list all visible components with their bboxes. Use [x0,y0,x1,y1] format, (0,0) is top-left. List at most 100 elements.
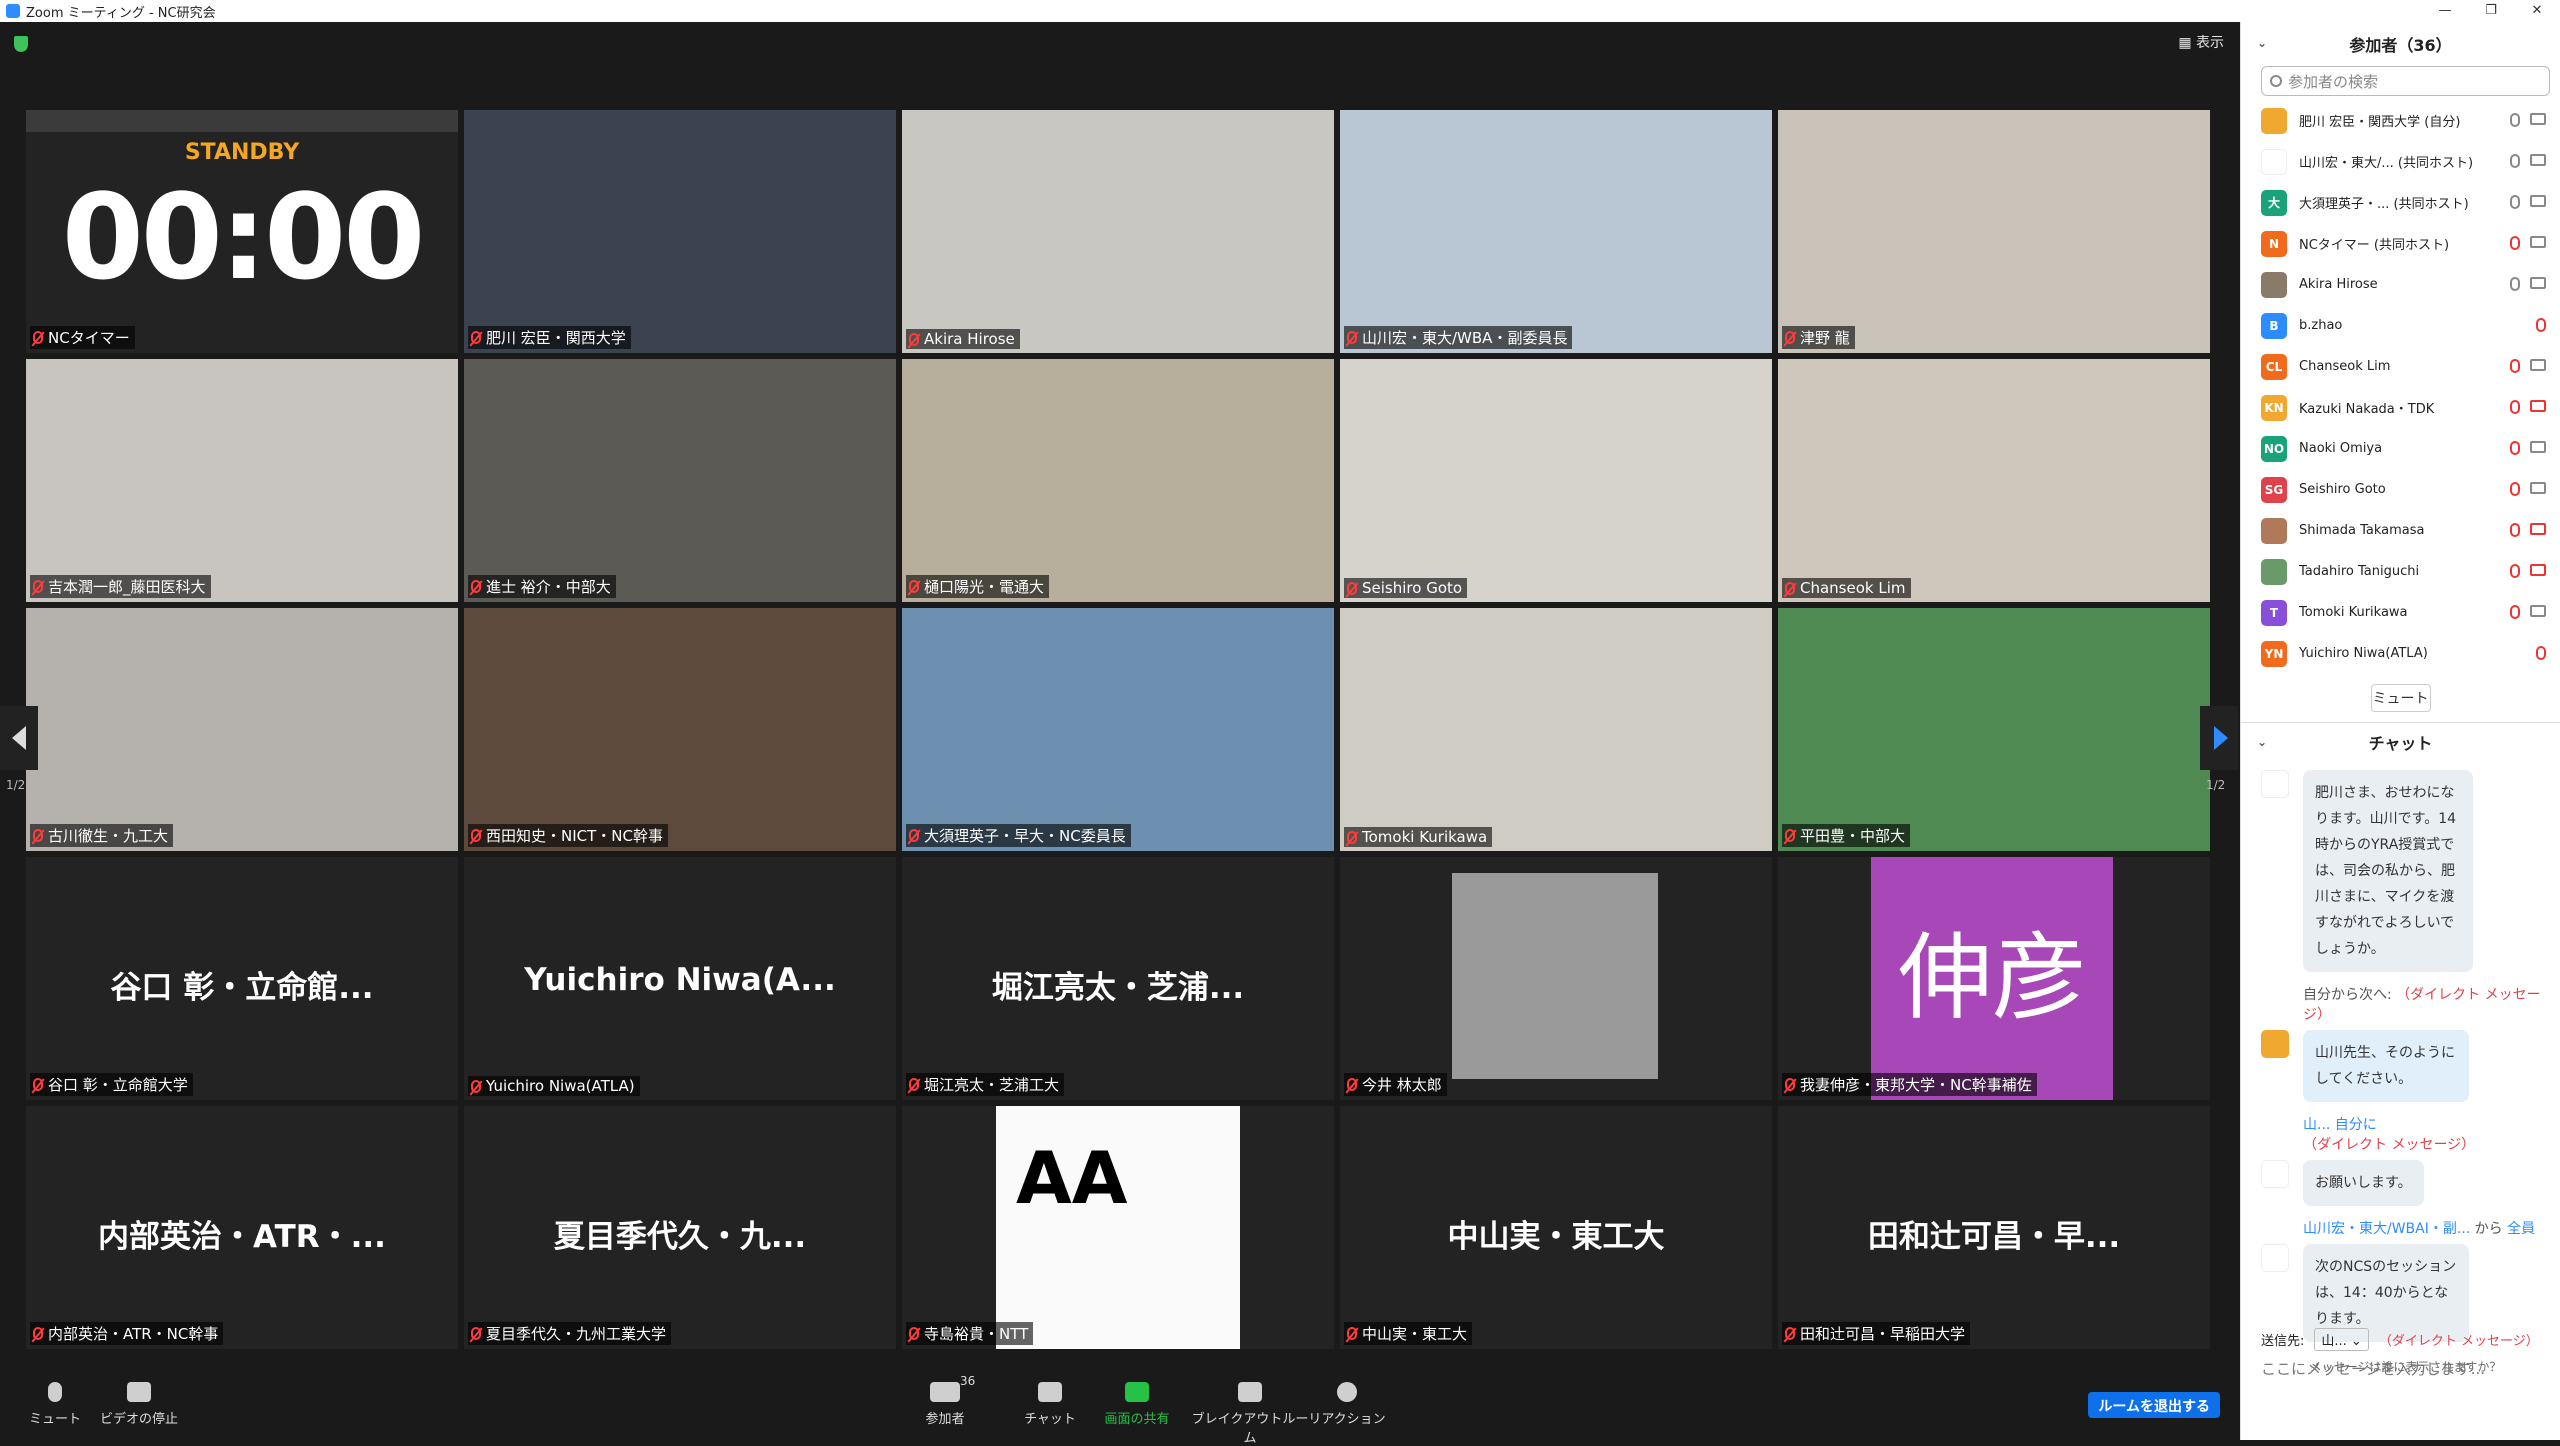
chevron-down-icon[interactable]: ⌄ [2257,735,2267,749]
reactions-button[interactable]: リアクション [1292,1368,1402,1427]
video-tile[interactable]: Chanseok Lim [1778,359,2210,602]
video-tile[interactable]: Tomoki Kurikawa [1340,608,1772,851]
stop-video-button[interactable]: ビデオの停止 [84,1368,194,1427]
video-tile[interactable]: 平田豊・中部大 [1778,608,2210,851]
participant-row[interactable]: CL Chanseok Lim [2241,346,2560,387]
video-tile[interactable]: 古川徹生・九工大 [26,608,458,851]
participant-row[interactable]: SG Seishiro Goto [2241,469,2560,510]
camera-icon[interactable] [2530,564,2546,576]
mic-muted-icon [909,829,919,842]
video-tile[interactable]: 樋口陽光・電通大 [902,359,1334,602]
participant-row[interactable]: YN Yuichiro Niwa(ATLA) [2241,633,2560,674]
camera-icon[interactable] [2530,441,2546,453]
participant-row[interactable]: Shimada Takamasa [2241,510,2560,551]
camera-icon[interactable] [2530,236,2546,248]
video-tile[interactable]: 伸彦 我妻伸彦・東邦大学・NC幹事補佐 [1778,857,2210,1100]
participant-row[interactable]: Tadahiro Taniguchi [2241,551,2560,592]
video-tile[interactable]: 堀江亮太・芝浦... 堀江亮太・芝浦工大 [902,857,1334,1100]
video-tile[interactable]: 津野 龍 [1778,110,2210,353]
participant-row[interactable]: N NCタイマー (共同ホスト) [2241,223,2560,264]
microphone-icon[interactable] [2510,482,2520,496]
microphone-icon[interactable] [2510,277,2520,291]
participant-row[interactable]: KN Kazuki Nakada・TDK [2241,387,2560,428]
microphone-icon[interactable] [2510,400,2520,414]
video-tile[interactable]: Yuichiro Niwa(A... Yuichiro Niwa(ATLA) [464,857,896,1100]
participants-button[interactable]: 参加者 36 [890,1368,1000,1427]
participant-row[interactable]: Akira Hirose [2241,264,2560,305]
microphone-icon[interactable] [2510,605,2520,619]
mic-muted-icon [1347,581,1357,595]
video-tile[interactable]: 進士 裕介・中部大 [464,359,896,602]
microphone-icon[interactable] [2510,113,2520,127]
mic-muted-icon [33,580,43,593]
participant-label: 吉本潤一郎_藤田医科大 [30,575,211,598]
video-tile[interactable]: AA 寺島裕貴・NTT [902,1106,1334,1349]
participant-label: 古川徹生・九工大 [30,824,174,847]
microphone-icon[interactable] [2510,236,2520,250]
camera-icon[interactable] [2530,154,2546,166]
video-tile[interactable]: 肥川 宏臣・関西大学 [464,110,896,353]
video-tile[interactable]: Akira Hirose [902,110,1334,353]
video-tile[interactable]: 谷口 彰・立命館... 谷口 彰・立命館大学 [26,857,458,1100]
participant-row[interactable]: Bb.zhao [2241,305,2560,346]
video-tile[interactable]: 西田知史・NICT・NC幹事 [464,608,896,851]
microphone-icon[interactable] [2536,646,2546,660]
camera-icon[interactable] [2530,277,2546,289]
leave-room-button[interactable]: ルームを退出する [2088,1392,2220,1418]
video-tile[interactable]: 夏目季代久・九... 夏目季代久・九州工業大学 [464,1106,896,1349]
security-shield-icon[interactable] [14,36,28,52]
microphone-icon[interactable] [2536,318,2546,332]
video-tile[interactable]: 吉本潤一郎_藤田医科大 [26,359,458,602]
maximize-button[interactable]: ❐ [2468,0,2514,22]
video-tile[interactable]: 内部英治・ATR・... 内部英治・ATR・NC幹事 [26,1106,458,1349]
microphone-icon[interactable] [2510,564,2520,578]
chat-input[interactable]: ここにメッセージを入力します... [2261,1358,2485,1379]
video-tile[interactable]: STANDBY 00:00 NCタイマー [26,110,458,353]
participant-label: Seishiro Goto [1344,578,1468,598]
avatar: SG [2261,476,2287,503]
mute-all-button[interactable]: ミュート [2370,684,2431,712]
video-tile[interactable]: 今井 林太郎 [1340,857,1772,1100]
camera-icon[interactable] [2530,359,2546,371]
video-tile[interactable]: 中山実・東工大 中山実・東工大 [1340,1106,1772,1349]
mic-muted-icon [33,829,43,842]
participant-video [1340,110,1772,353]
next-page-button[interactable]: 1/2 [2200,706,2238,792]
zoom-logo-icon [6,4,20,18]
participant-row[interactable]: 肥川 宏臣・関西大学 (自分) [2241,100,2560,141]
participant-row[interactable]: T Tomoki Kurikawa [2241,592,2560,633]
microphone-icon[interactable] [2510,359,2520,373]
video-tile[interactable]: 山川宏・東大/WBA・副委員長 [1340,110,1772,353]
camera-icon[interactable] [2530,523,2546,535]
participant-row[interactable]: 大大須理英子・... (共同ホスト) [2241,182,2560,223]
participant-search-input[interactable]: 参加者の検索 [2261,66,2550,96]
mic-muted-icon [1347,331,1357,344]
prev-page-button[interactable]: 1/2 [0,706,38,792]
camera-icon[interactable] [2530,605,2546,617]
microphone-icon[interactable] [2510,523,2520,537]
microphone-icon[interactable] [2510,154,2520,168]
close-button[interactable]: ✕ [2514,0,2560,22]
camera-icon[interactable] [2530,400,2546,412]
video-tile[interactable]: 田和辻可昌・早... 田和辻可昌・早稲田大学 [1778,1106,2210,1349]
camera-icon[interactable] [2530,113,2546,125]
avatar [2261,517,2287,544]
microphone-icon[interactable] [2510,195,2520,209]
participant-label: Yuichiro Niwa(ATLA) [468,1076,640,1096]
share-screen-button[interactable]: 画面の共有 [1082,1368,1192,1427]
microphone-icon[interactable] [2510,441,2520,455]
camera-icon[interactable] [2530,195,2546,207]
video-tile[interactable]: Seishiro Goto [1340,359,1772,602]
chevron-down-icon[interactable]: ⌄ [2257,36,2267,50]
minimize-button[interactable]: — [2422,0,2468,22]
mic-muted-icon [1785,829,1795,842]
participant-row[interactable]: NO Naoki Omiya [2241,428,2560,469]
view-button[interactable]: ▦ 表示 [2178,32,2224,52]
camera-icon[interactable] [2530,482,2546,494]
participant-row[interactable]: 山川宏・東大/... (共同ホスト) [2241,141,2560,182]
participants-header: ⌄ 参加者（36） [2257,36,2452,55]
recipient-select[interactable]: 山... ⌄ [2314,1328,2369,1351]
mic-muted-icon [909,1078,919,1091]
participant-video [1778,359,2210,602]
video-tile[interactable]: 大須理英子・早大・NC委員長 [902,608,1334,851]
